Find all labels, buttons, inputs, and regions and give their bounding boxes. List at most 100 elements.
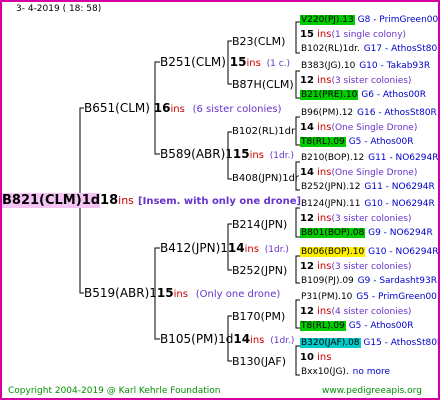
gen4-parent-top[interactable]: B006(BOP).10 G10 - NO6294R <box>300 247 438 257</box>
gen2-ins-unit: ins <box>244 244 259 255</box>
gen4-parent-bottom[interactable]: B252(JPN).12 G11 - NO6294R <box>300 183 435 192</box>
gen4-ins-count: 14 <box>300 167 314 178</box>
gen4-ins-row: 15 ins(1 single colony) <box>300 30 406 40</box>
gen1-queen[interactable]: B651(CLM) 16ins (6 sister colonies) <box>84 102 282 115</box>
gen4-ins-unit: ins <box>317 213 332 224</box>
gen4-ins-count: 12 <box>300 306 314 317</box>
gen4-ins-unit: ins <box>317 75 332 86</box>
gen3-queen-name[interactable]: B252(JPN) <box>232 265 287 276</box>
gen4-ins-unit: ins <box>317 261 332 272</box>
gen4-parent-bottom[interactable]: B21(PRE).10 G6 - Athos00R <box>300 90 427 100</box>
gen4-ins-note: (One Single Drone) <box>331 168 418 178</box>
gen1-queen-name: B519(ABR)1 <box>84 286 157 300</box>
gen1-ins-count: 16 <box>153 101 171 115</box>
gen4-top-code: G8 - PrimGreen00 <box>357 15 439 25</box>
gen4-ins-note: (One Single Drone) <box>331 123 418 133</box>
gen4-ins-unit: ins <box>317 352 332 363</box>
gen3-queen-name[interactable]: B102(RL)1dr <box>232 127 295 137</box>
footer-url[interactable]: www.pedigreeapis.org <box>322 387 422 396</box>
gen4-bottom-code: G9 - NO6294R <box>368 228 433 238</box>
gen3-queen-name[interactable]: B23(CLM) <box>232 36 285 47</box>
gen4-parent-top[interactable]: V220(PJ).13 G8 - PrimGreen00 <box>300 15 439 25</box>
gen4-ins-unit: ins <box>317 29 332 40</box>
gen4-top-queen: B210(BOP).12 <box>301 153 365 163</box>
gen1-ins-unit: ins <box>170 104 185 115</box>
root-queen-name: B821(CLM)1d <box>2 193 101 208</box>
gen4-ins-count: 12 <box>300 213 314 224</box>
gen3-queen-name[interactable]: B87H(CLM) <box>232 79 294 90</box>
root-note: [Insem. with only one drone] <box>138 196 302 207</box>
gen4-top-code: G10 - Takab93R <box>359 61 431 71</box>
gen4-parent-top[interactable]: B320(JAF).08 G15 - AthosSt80R <box>300 338 440 348</box>
gen2-ins-count: 15 <box>232 147 250 161</box>
gen4-top-queen: P31(PM).10 <box>301 292 353 302</box>
gen3-queen-name[interactable]: B130(JAF) <box>232 356 286 367</box>
gen4-ins-note: (3 sister colonies) <box>331 214 412 224</box>
gen4-parent-bottom[interactable]: B801(BOP).08 G9 - NO6294R <box>300 228 433 238</box>
gen3-queen-name[interactable]: B408(JPN)1dr <box>232 174 299 184</box>
gen4-top-code: G5 - PrimGreen00 <box>356 292 437 302</box>
pedigree-frame: 3- 4-2019 ( 18: 58) B821(CLM)1d18ins [In… <box>0 0 440 400</box>
gen4-parent-top[interactable]: P31(PM).10 G5 - PrimGreen00 <box>300 293 437 302</box>
gen4-parent-top[interactable]: B383(JG).10 G10 - Takab93R <box>300 62 430 71</box>
gen4-top-code: G11 - NO6294R <box>368 153 439 163</box>
gen4-ins-row: 12 ins(3 sister colonies) <box>300 76 411 86</box>
gen4-parent-bottom[interactable]: B102(RL)1dr. G17 - AthosSt80R <box>300 44 440 54</box>
gen2-note: (1dr.) <box>264 245 289 255</box>
gen1-queen[interactable]: B519(ABR)115ins (Only one drone) <box>84 287 280 300</box>
gen4-top-code: G16 - AthosSt80R <box>357 108 437 118</box>
gen2-queen-name: B589(ABR)1 <box>160 147 233 161</box>
gen4-bottom-code: no more <box>352 367 391 377</box>
gen4-ins-count: 12 <box>300 261 314 272</box>
gen4-bottom-code: G5 - Athos00R <box>348 137 414 147</box>
gen1-ins-unit: ins <box>173 289 188 300</box>
gen4-parent-bottom[interactable]: T8(RL).09 G5 - Athos00R <box>300 321 414 331</box>
gen4-ins-row: 12 ins(3 sister colonies) <box>300 214 411 224</box>
gen2-note: (1 c.) <box>266 59 291 69</box>
gen4-top-queen: B124(JPN).11 <box>301 199 361 209</box>
gen4-ins-count: 12 <box>300 75 314 86</box>
gen4-top-queen: B006(BOP).10 <box>300 247 366 257</box>
gen4-bottom-queen: Bxx10(JG). <box>301 367 349 377</box>
root-queen[interactable]: B821(CLM)1d18ins [Insem. with only one d… <box>2 193 302 208</box>
gen2-queen[interactable]: B412(JPN)114ins (1dr.) <box>160 242 289 255</box>
gen4-ins-note: (3 sister colonies) <box>331 76 412 86</box>
report-date: 3- 4-2019 ( 18: 58) <box>16 4 102 14</box>
gen4-parent-top[interactable]: B96(PM).12 G16 - AthosSt80R <box>300 109 437 118</box>
gen2-queen-name: B251(CLM) <box>160 55 226 69</box>
gen4-parent-bottom[interactable]: B109(PJ).09 G9 - Sardasht93R <box>300 277 437 286</box>
gen3-queen-name[interactable]: B214(JPN) <box>232 219 287 230</box>
gen4-bottom-code: G17 - AthosSt80R <box>363 44 440 54</box>
gen4-top-code: G15 - AthosSt80R <box>363 338 440 348</box>
gen4-ins-note: (1 single colony) <box>331 30 407 40</box>
gen3-queen-name[interactable]: B170(PM) <box>232 311 285 322</box>
gen4-parent-top[interactable]: B210(BOP).12 G11 - NO6294R <box>300 154 438 163</box>
gen4-bottom-code: G9 - Sardasht93R <box>357 276 437 286</box>
gen2-ins-unit: ins <box>249 150 264 161</box>
gen4-ins-unit: ins <box>317 167 332 178</box>
gen4-ins-row: 12 ins(4 sister colonies) <box>300 307 411 317</box>
gen4-top-queen: V220(PJ).13 <box>300 15 355 25</box>
gen1-queen-name: B651(CLM) <box>84 101 150 115</box>
gen4-parent-top[interactable]: B124(JPN).11 G10 - NO6294R <box>300 200 435 209</box>
gen1-ins-count: 15 <box>156 286 174 300</box>
gen4-ins-row: 10 ins <box>300 353 331 363</box>
gen1-note: (Only one drone) <box>195 289 281 300</box>
gen4-ins-count: 14 <box>300 122 314 133</box>
gen2-queen[interactable]: B105(PM)1d14ins (1dr.) <box>160 333 294 346</box>
gen2-queen[interactable]: B251(CLM) 15ins (1 c.) <box>160 56 290 69</box>
gen4-parent-bottom[interactable]: Bxx10(JG). no more <box>300 368 390 377</box>
gen2-note: (1dr.) <box>269 151 294 161</box>
gen4-ins-count: 15 <box>300 29 314 40</box>
gen4-bottom-code: G11 - NO6294R <box>364 182 435 192</box>
gen4-ins-note: (3 sister colonies) <box>331 262 412 272</box>
gen2-ins-unit: ins <box>246 58 261 69</box>
gen2-queen[interactable]: B589(ABR)115ins (1dr.) <box>160 148 294 161</box>
gen2-note: (1dr.) <box>270 336 295 346</box>
gen2-ins-count: 15 <box>229 55 247 69</box>
gen4-parent-bottom[interactable]: T8(RL).09 G5 - Athos00R <box>300 137 414 147</box>
gen2-ins-unit: ins <box>250 335 265 346</box>
gen4-bottom-code: G6 - Athos00R <box>361 90 427 100</box>
gen2-ins-count: 14 <box>227 241 245 255</box>
gen4-bottom-queen: T8(RL).09 <box>300 137 346 147</box>
